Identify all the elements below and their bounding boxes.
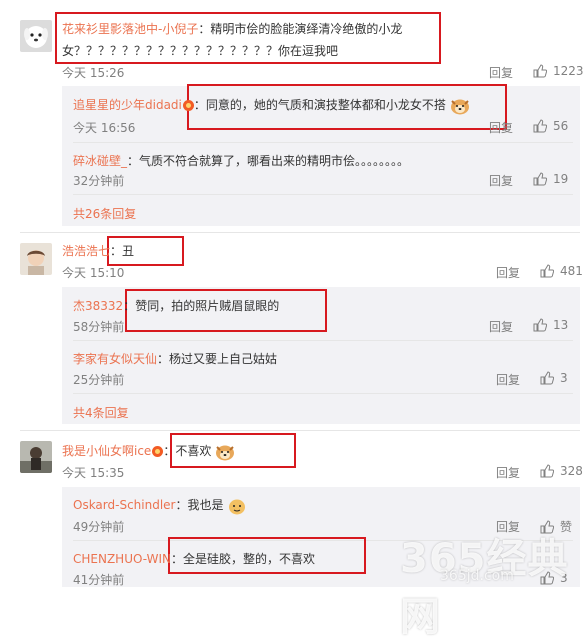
reply-button[interactable]: 回复 (489, 119, 513, 136)
colon: ： (163, 444, 176, 458)
reply-time: 49分钟前 (73, 520, 125, 534)
like-count: 19 (553, 172, 569, 186)
avatar[interactable] (20, 441, 52, 473)
like-count: 1223 (553, 64, 584, 78)
like-button[interactable]: 3 (540, 371, 568, 385)
watermark: 365经典网 (400, 536, 569, 640)
divider (73, 340, 573, 341)
comment-body: 浩浩浩七：丑 (62, 242, 134, 259)
thumbs-up-icon (540, 371, 554, 385)
divider (73, 393, 573, 394)
username-link[interactable]: 追星星的少年didadi (73, 98, 182, 112)
reply-body: 杰38332：赞同，拍的照片贼眉鼠眼的 (73, 297, 279, 314)
colon: ： (110, 244, 123, 258)
username-link[interactable]: 李家有女似天仙 (73, 352, 157, 366)
thumbs-up-icon (540, 464, 554, 478)
colon: ： (175, 498, 188, 512)
thumbs-up-icon (540, 264, 554, 278)
view-more-replies-link[interactable]: 共4条回复 (73, 404, 129, 421)
comment-text: 女？？？？？？？？？？？？？？？？？你在逗我吧 (62, 44, 339, 58)
reply-body: 李家有女似天仙：杨过又要上自己姑姑 (73, 350, 277, 367)
like-count: 13 (553, 318, 569, 332)
comment-text: 不喜欢 (175, 444, 212, 458)
reply-text: 赞同，拍的照片贼眉鼠眼的 (135, 299, 280, 313)
comment-time: 今天 15:26 (62, 66, 125, 80)
like-button[interactable]: 13 (533, 318, 568, 332)
like-count: 56 (553, 119, 569, 133)
colon: ： (123, 299, 136, 313)
divider (20, 232, 580, 233)
like-button[interactable]: 56 (533, 119, 568, 133)
comment-time: 今天 15:10 (62, 266, 125, 280)
watermark-url: 365jd.com (440, 568, 514, 584)
colon: ： (127, 154, 140, 168)
doge-emoji-icon (450, 99, 469, 114)
like-button[interactable]: 481 (540, 264, 583, 278)
reply-body: CHENZHUO-WIN：全是硅胶，整的，不喜欢 (73, 550, 315, 567)
reply-text: 全是硅胶，整的，不喜欢 (183, 552, 316, 566)
thumbs-up-icon (533, 64, 547, 78)
comment-time: 今天 15:35 (62, 466, 125, 480)
reply-button[interactable]: 回复 (489, 64, 513, 81)
reply-button[interactable]: 回复 (496, 264, 520, 281)
username-link[interactable]: 浩浩浩七 (62, 244, 110, 258)
reply-body: 追星星的少年didadi ：同意的，她的气质和演技整体都和小龙女不搭 (73, 96, 470, 115)
username-link[interactable]: Oskard-Schindler (73, 498, 176, 512)
comment-text: 精明市侩的脸能演绎清冷绝傲的小龙 (210, 22, 403, 36)
reply-button[interactable]: 回复 (489, 172, 513, 189)
reply-button[interactable]: 回复 (489, 318, 513, 335)
divider (20, 430, 580, 431)
reply-time: 32分钟前 (73, 174, 125, 188)
reply-button[interactable]: 回复 (496, 371, 520, 388)
username-link[interactable]: 我是小仙女啊ice (62, 444, 151, 458)
comment-body: 我是小仙女啊ice ：不喜欢 (62, 442, 235, 461)
username-link[interactable]: 花来衫里影落池中-小倪子 (62, 22, 198, 36)
username-link[interactable]: 碎冰碰壁_ (73, 154, 127, 168)
like-button[interactable]: 1223 (533, 64, 584, 78)
like-count: 328 (560, 464, 583, 478)
divider (73, 142, 573, 143)
like-button[interactable]: 328 (540, 464, 583, 478)
colon: ： (157, 352, 170, 366)
thumbs-up-icon (533, 172, 547, 186)
comment-text: 丑 (122, 244, 135, 258)
vip-badge-icon (152, 446, 164, 457)
avatar[interactable] (20, 20, 52, 52)
like-count: 481 (560, 264, 583, 278)
colon: ： (171, 552, 184, 566)
reply-button[interactable]: 回复 (496, 464, 520, 481)
reply-time: 41分钟前 (73, 573, 125, 587)
like-button[interactable]: 19 (533, 172, 568, 186)
comment-body: 花来衫里影落池中-小倪子：精明市侩的脸能演绎清冷绝傲的小龙 (62, 20, 402, 37)
username-link[interactable]: 杰38332 (73, 299, 123, 313)
colon: ： (193, 98, 206, 112)
reply-text: 同意的，她的气质和演技整体都和小龙女不搭 (205, 98, 446, 112)
like-count: 3 (560, 371, 568, 385)
divider (73, 194, 573, 195)
vip-badge-icon (182, 100, 194, 111)
avatar[interactable] (20, 243, 52, 275)
reply-time: 今天 16:56 (73, 121, 136, 135)
reply-time: 58分钟前 (73, 320, 125, 334)
reply-body: 碎冰碰壁_：气质不符合就算了，哪看出来的精明市侩。。。。。。。。 (73, 152, 409, 169)
reply-text: 杨过又要上自己姑姑 (169, 352, 278, 366)
doge-emoji-icon (229, 499, 246, 514)
thumbs-up-icon (533, 119, 547, 133)
thumbs-up-icon (533, 318, 547, 332)
username-link[interactable]: CHENZHUO-WIN (73, 552, 171, 566)
reply-time: 25分钟前 (73, 373, 125, 387)
reply-text: 我也是 (187, 498, 224, 512)
doge-emoji-icon (216, 445, 235, 460)
reply-text: 气质不符合就算了，哪看出来的精明市侩。。。。。。。。 (139, 154, 410, 168)
colon: ： (198, 22, 211, 36)
view-more-replies-link[interactable]: 共26条回复 (73, 205, 136, 222)
reply-body: Oskard-Schindler：我也是 (73, 496, 247, 515)
